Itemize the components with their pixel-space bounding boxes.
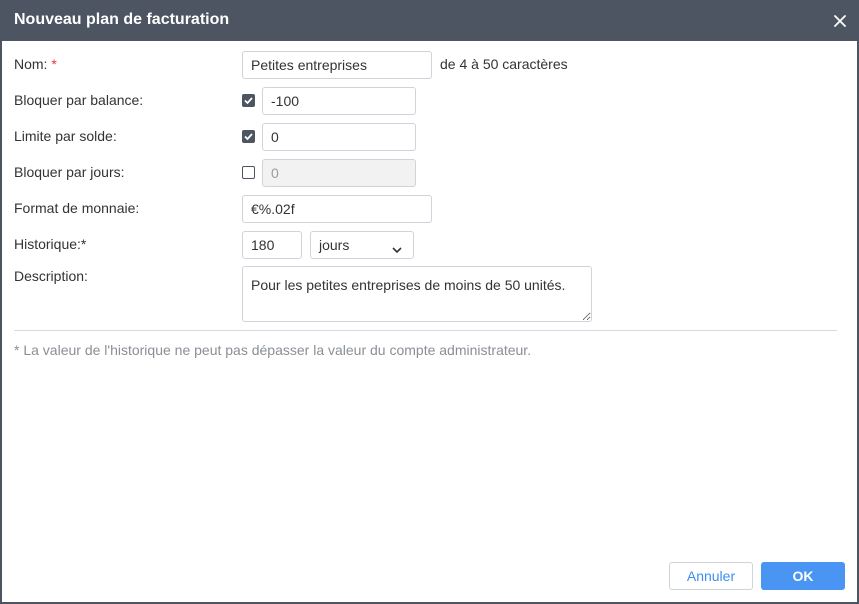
- block-by-balance-label: Bloquer par balance:: [14, 92, 144, 108]
- currency-format-label: Format de monnaie:: [14, 200, 140, 216]
- balance-limit-input[interactable]: [262, 123, 416, 151]
- block-by-days-label: Bloquer par jours:: [14, 164, 125, 180]
- history-unit-value: jours: [319, 237, 350, 253]
- name-label-text: Nom:: [14, 56, 48, 72]
- history-unit-select[interactable]: jours: [310, 231, 414, 259]
- dialog-title: Nouveau plan de facturation: [14, 11, 230, 28]
- cancel-button[interactable]: Annuler: [669, 562, 753, 590]
- chevron-down-icon: [391, 241, 403, 257]
- block-by-balance-input[interactable]: [262, 87, 416, 115]
- balance-limit-checkbox[interactable]: [242, 130, 255, 143]
- name-input[interactable]: [242, 51, 432, 79]
- history-input[interactable]: [242, 231, 302, 259]
- billing-plan-dialog: Nouveau plan de facturation Nom: * de 4 …: [0, 0, 859, 604]
- description-textarea[interactable]: Pour les petites entreprises de moins de…: [242, 266, 592, 322]
- dialog-titlebar: Nouveau plan de facturation: [0, 0, 859, 41]
- block-by-days-checkbox[interactable]: [242, 166, 255, 179]
- name-label: Nom: *: [14, 56, 57, 72]
- block-by-days-input: [262, 159, 416, 187]
- description-label: Description:: [14, 268, 88, 284]
- currency-format-input[interactable]: [242, 195, 432, 223]
- name-hint: de 4 à 50 caractères: [440, 56, 568, 72]
- history-label: Historique:*: [14, 236, 87, 252]
- block-by-balance-checkbox[interactable]: [242, 94, 255, 107]
- history-footnote: * La valeur de l'historique ne peut pas …: [14, 342, 532, 358]
- divider: [14, 330, 837, 331]
- balance-limit-label: Limite par solde:: [14, 128, 117, 144]
- close-icon[interactable]: [831, 12, 849, 30]
- required-mark: *: [51, 56, 57, 72]
- ok-button[interactable]: OK: [761, 562, 845, 590]
